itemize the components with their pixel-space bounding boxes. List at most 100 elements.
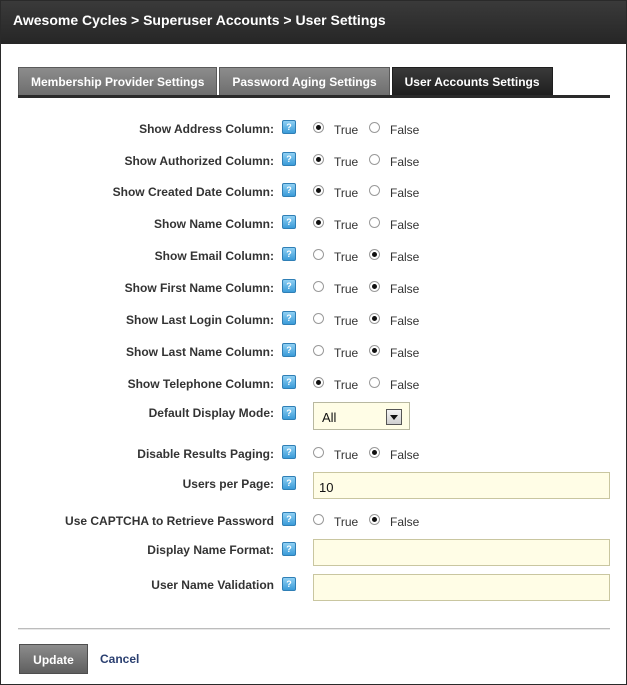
radio-true-label: True: [334, 448, 359, 462]
radio-group: True False: [313, 512, 419, 529]
help-icon[interactable]: ?: [282, 406, 296, 420]
radio-group: True False: [313, 375, 419, 392]
radio-false[interactable]: [369, 121, 380, 133]
setting-label: Show Name Column:: [153, 217, 274, 231]
setting-row-show-authorized: Show Authorized Column: ? True False: [1, 150, 626, 174]
settings-tabs: Membership Provider Settings Password Ag…: [18, 67, 555, 96]
help-icon[interactable]: ?: [282, 343, 296, 357]
help-icon[interactable]: ?: [282, 512, 296, 526]
update-button[interactable]: Update: [19, 644, 88, 674]
setting-row-user-name-validation: User Name Validation ?: [1, 574, 626, 602]
setting-label: Show Created Date Column:: [112, 185, 274, 199]
radio-true[interactable]: [313, 280, 324, 292]
radio-false[interactable]: [369, 153, 380, 165]
help-icon[interactable]: ?: [282, 247, 296, 261]
radio-true[interactable]: [313, 513, 324, 525]
radio-true[interactable]: [313, 446, 324, 458]
setting-label: Show Email Column:: [154, 249, 274, 263]
radio-true[interactable]: [313, 312, 324, 324]
chevron-down-icon[interactable]: [386, 409, 402, 425]
radio-group: True False: [313, 311, 419, 328]
radio-true-label: True: [334, 218, 359, 232]
setting-row-show-name: Show Name Column: ? True False: [1, 213, 626, 237]
setting-row-default-display-mode: Default Display Mode: ? All: [1, 402, 626, 432]
radio-false-label: False: [390, 250, 420, 264]
setting-row-show-first-name: Show First Name Column: ? True False: [1, 277, 626, 301]
radio-true-label: True: [334, 250, 359, 264]
radio-false[interactable]: [369, 376, 380, 388]
radio-group: True False: [313, 247, 419, 264]
tab-password-aging-settings[interactable]: Password Aging Settings: [219, 67, 390, 96]
setting-row-show-telephone: Show Telephone Column: ? True False: [1, 373, 626, 397]
radio-false[interactable]: [369, 513, 380, 525]
help-icon[interactable]: ?: [282, 577, 296, 591]
breadcrumb-title: Awesome Cycles > Superuser Accounts > Us…: [1, 1, 626, 44]
help-icon[interactable]: ?: [282, 476, 296, 490]
setting-label: User Name Validation: [151, 578, 274, 592]
setting-row-show-last-login: Show Last Login Column: ? True False: [1, 309, 626, 333]
settings-window: Awesome Cycles > Superuser Accounts > Us…: [0, 0, 627, 685]
display-name-format-input[interactable]: [313, 539, 610, 566]
radio-false[interactable]: [369, 312, 380, 324]
radio-group: True False: [313, 343, 419, 360]
tab-membership-provider-settings[interactable]: Membership Provider Settings: [18, 67, 218, 96]
footer-divider: [18, 628, 610, 630]
setting-label: Disable Results Paging:: [137, 447, 274, 461]
radio-group: True False: [313, 445, 419, 462]
help-icon[interactable]: ?: [282, 215, 296, 229]
radio-false-label: False: [390, 346, 420, 360]
radio-group: True False: [313, 120, 419, 137]
user-name-validation-input[interactable]: [313, 574, 610, 601]
radio-false[interactable]: [369, 446, 380, 458]
radio-false-label: False: [390, 515, 420, 529]
help-icon[interactable]: ?: [282, 279, 296, 293]
radio-true[interactable]: [313, 153, 324, 165]
setting-row-show-address: Show Address Column: ? True False: [1, 118, 626, 142]
tab-underline: [18, 95, 610, 98]
radio-true[interactable]: [313, 216, 324, 228]
radio-true-label: True: [334, 123, 359, 137]
radio-false[interactable]: [369, 344, 380, 356]
display-mode-select[interactable]: All: [313, 402, 410, 430]
setting-label: Show Telephone Column:: [127, 377, 274, 391]
setting-row-show-last-name: Show Last Name Column: ? True False: [1, 341, 626, 365]
help-icon[interactable]: ?: [282, 183, 296, 197]
users-per-page-input[interactable]: 10: [313, 472, 610, 499]
setting-row-display-name-format: Display Name Format: ?: [1, 539, 626, 567]
setting-label: Display Name Format:: [147, 543, 274, 557]
setting-row-disable-results-paging: Disable Results Paging: ? True False: [1, 443, 626, 467]
help-icon[interactable]: ?: [282, 375, 296, 389]
radio-false[interactable]: [369, 216, 380, 228]
cancel-link[interactable]: Cancel: [100, 652, 139, 666]
help-icon[interactable]: ?: [282, 445, 296, 459]
radio-true-label: True: [334, 314, 359, 328]
setting-label: Show Last Login Column:: [126, 313, 274, 327]
tab-user-accounts-settings[interactable]: User Accounts Settings: [391, 67, 553, 96]
radio-false-label: False: [390, 186, 420, 200]
help-icon[interactable]: ?: [282, 152, 296, 166]
radio-false-label: False: [390, 123, 420, 137]
radio-false[interactable]: [369, 248, 380, 260]
display-mode-value: All: [322, 410, 337, 425]
setting-label: Show Address Column:: [139, 122, 274, 136]
radio-group: True False: [313, 152, 419, 169]
radio-true[interactable]: [313, 344, 324, 356]
setting-label: Use CAPTCHA to Retrieve Password: [65, 514, 274, 528]
radio-true-label: True: [334, 186, 359, 200]
radio-false[interactable]: [369, 184, 380, 196]
radio-false[interactable]: [369, 280, 380, 292]
radio-true[interactable]: [313, 121, 324, 133]
radio-group: True False: [313, 279, 419, 296]
help-icon[interactable]: ?: [282, 542, 296, 556]
radio-group: True False: [313, 183, 419, 200]
help-icon[interactable]: ?: [282, 311, 296, 325]
radio-false-label: False: [390, 314, 420, 328]
radio-true[interactable]: [313, 184, 324, 196]
setting-label: Users per Page:: [182, 477, 274, 491]
radio-true[interactable]: [313, 248, 324, 260]
radio-false-label: False: [390, 282, 420, 296]
help-icon[interactable]: ?: [282, 120, 296, 134]
radio-false-label: False: [390, 155, 420, 169]
radio-true[interactable]: [313, 376, 324, 388]
radio-true-label: True: [334, 155, 359, 169]
